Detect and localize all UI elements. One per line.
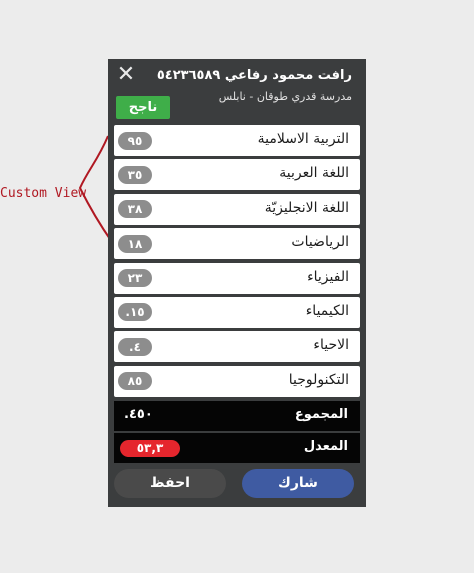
status-badge: ناجح [116, 96, 170, 119]
subject-name: اللغة العربية [279, 165, 349, 182]
share-button[interactable]: شارك [242, 469, 354, 498]
average-label: المعدل [303, 439, 348, 454]
subject-name: الفيزياء [307, 268, 349, 285]
school-name: مدرسة قدري طوقان - نابلس [218, 90, 352, 103]
subject-row: الفيزياء ٢٣ [114, 262, 360, 294]
grade-badge: ٩٥ [118, 131, 152, 150]
total-row: المجموع ٤٥٠. [114, 401, 360, 431]
average-row: المعدل ٥٣,٣ [114, 433, 360, 463]
student-name-number: رافت محمود رفاعي ٥٤٢٣٦٥٨٩ [156, 68, 352, 83]
grade-card: ✕ رافت محمود رفاعي ٥٤٢٣٦٥٨٩ مدرسة قدري ط… [108, 59, 366, 507]
grade-badge: ٣٨ [118, 200, 152, 219]
grade-badge: ٣٥ [118, 165, 152, 184]
subject-name: الاحياء [313, 337, 349, 354]
subject-name: التربية الاسلامية [257, 131, 349, 147]
close-icon[interactable]: ✕ [116, 64, 136, 86]
subject-row: الاحياء ٤. [114, 331, 360, 363]
subject-name: الكيمياء [305, 302, 349, 319]
subject-row: التكنولوجيا ٨٥ [114, 365, 360, 397]
custom-view-annotation: Custom View [0, 186, 87, 201]
subject-row: اللغة الانجليزيّة ٣٨ [114, 193, 360, 225]
grade-badge: ٤. [118, 337, 152, 356]
grade-badge: ٢٣ [118, 269, 152, 288]
subject-name: الرياضيات [291, 234, 349, 251]
grade-badge: ١٨ [118, 234, 152, 253]
grade-badge: ٨٥ [118, 372, 152, 391]
subject-list: التربية الاسلامية ٩٥ اللغة العربية ٣٥ ال… [114, 125, 360, 400]
subject-row: الكيمياء ١٥. [114, 296, 360, 328]
subject-row: الرياضيات ١٨ [114, 228, 360, 260]
subject-row: اللغة العربية ٣٥ [114, 159, 360, 191]
subject-name: التكنولوجيا [288, 371, 349, 388]
grade-badge: ١٥. [118, 303, 152, 322]
total-label: المجموع [294, 407, 348, 422]
average-badge: ٥٣,٣ [120, 440, 180, 457]
subject-row: التربية الاسلامية ٩٥ [114, 125, 360, 156]
total-value: ٤٥٠. [124, 407, 153, 422]
save-button[interactable]: احفظ [114, 469, 226, 498]
subject-name: اللغة الانجليزيّة [264, 199, 349, 216]
